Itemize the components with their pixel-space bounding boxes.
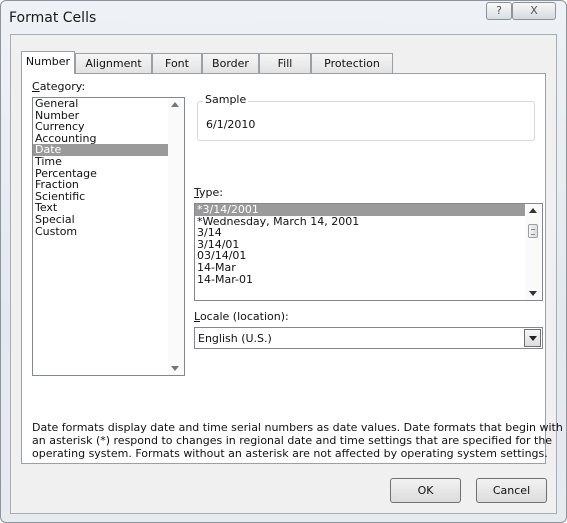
- cancel-button[interactable]: Cancel: [476, 478, 547, 503]
- tab-number[interactable]: Number: [21, 51, 75, 74]
- type-list-item[interactable]: 3/14: [195, 227, 525, 239]
- category-label: Category:: [32, 80, 85, 93]
- format-description: Date formats display date and time seria…: [32, 421, 563, 460]
- locale-select[interactable]: English (U.S.): [194, 327, 543, 349]
- scroll-up-icon[interactable]: [529, 208, 537, 213]
- category-list-item[interactable]: General: [33, 98, 171, 110]
- category-list-item[interactable]: Custom: [33, 225, 171, 238]
- tab-protection[interactable]: Protection: [311, 53, 393, 73]
- type-list-item[interactable]: *Wednesday, March 14, 2001: [195, 215, 525, 228]
- description-line: operating system. Formats without an ast…: [32, 447, 548, 460]
- category-list-item[interactable]: Time: [33, 156, 171, 168]
- tab-fill[interactable]: Fill: [259, 53, 311, 73]
- category-label-rest: ategory:: [39, 80, 86, 93]
- help-button[interactable]: ?: [486, 2, 512, 20]
- scroll-down-icon[interactable]: [529, 291, 537, 296]
- description-line: an asterisk (*) respond to changes in re…: [32, 434, 553, 447]
- category-items: General Number Currency Accounting Date Time P…: [33, 98, 184, 237]
- tab-font[interactable]: Font: [152, 53, 202, 73]
- close-button[interactable]: X: [512, 2, 556, 20]
- sample-group: Sample 6/1/2010: [197, 93, 535, 141]
- description-line: Date formats display date and time seria…: [32, 421, 563, 434]
- category-list-item[interactable]: Special: [33, 214, 171, 226]
- chevron-down-icon[interactable]: [524, 329, 541, 347]
- scroll-down-icon[interactable]: [171, 366, 179, 371]
- sample-value: 6/1/2010: [206, 118, 256, 131]
- type-label: Type:: [194, 186, 223, 199]
- type-list-item[interactable]: *3/14/2001: [195, 204, 525, 216]
- locale-label: Locale (location):: [194, 310, 289, 323]
- sample-label: Sample: [203, 93, 249, 106]
- ok-button[interactable]: OK: [390, 478, 461, 503]
- locale-label-rest: ocale (location):: [199, 310, 289, 323]
- scroll-thumb[interactable]: [528, 224, 538, 238]
- tab-border[interactable]: Border: [202, 53, 259, 73]
- type-label-rest: ype:: [199, 186, 223, 199]
- number-tab-panel: Category: General Number Currency Accountin…: [21, 73, 563, 464]
- dialog-title: Format Cells: [9, 10, 97, 26]
- type-list-item[interactable]: 14-Mar: [195, 262, 525, 274]
- tab-alignment[interactable]: Alignment: [75, 53, 152, 73]
- help-icon: ?: [496, 4, 502, 17]
- title-bar[interactable]: Format Cells ? X: [1, 1, 566, 35]
- category-list[interactable]: General Number Currency Accounting Date Time P…: [32, 97, 185, 376]
- dialog-body: Number Alignment Font Border Fill Protec…: [10, 34, 563, 514]
- close-icon: X: [530, 4, 538, 17]
- type-items: *3/14/2001 *Wednesday, March 14, 2001 3/14…: [195, 204, 542, 285]
- type-list-item[interactable]: 03/14/01: [195, 250, 525, 262]
- category-label-underlined-letter: C: [32, 80, 40, 93]
- type-scrollbar[interactable]: [526, 204, 542, 300]
- locale-value: English (U.S.): [198, 332, 272, 345]
- scroll-up-icon[interactable]: [171, 102, 179, 107]
- type-list-item[interactable]: 14-Mar-01: [195, 273, 525, 286]
- category-list-item[interactable]: Fraction: [33, 179, 171, 191]
- format-cells-dialog: Format Cells ? X Number Alignment Font B…: [0, 0, 567, 523]
- category-scrollbar[interactable]: [168, 98, 184, 375]
- type-list[interactable]: *3/14/2001 *Wednesday, March 14, 2001 3/14…: [194, 203, 543, 301]
